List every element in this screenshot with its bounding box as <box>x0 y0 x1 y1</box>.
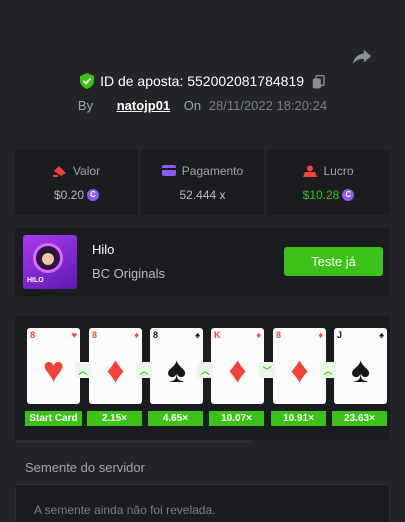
playing-card: 8 ♦ ♦ <box>89 328 142 404</box>
bet-icon <box>52 165 66 177</box>
arrow-up-icon: ︿ <box>320 362 336 378</box>
stat-valor-label: Valor <box>72 163 101 178</box>
diamonds-suit-icon: ♦ <box>228 349 247 390</box>
stat-valor-value: $0.20 <box>53 187 85 202</box>
coin-icon: C <box>342 188 355 201</box>
playing-card: 8 ♠ ♠ <box>150 328 203 404</box>
server-seed-field: A semente ainda não foi revelada. <box>15 484 390 522</box>
multiplier-badge: 10.91× <box>271 411 326 426</box>
stat-pagamento-value: 52.444 x <box>179 187 226 202</box>
username-link[interactable]: natojp01 <box>117 98 170 113</box>
byline: By natojp01 On 28/11/2022 18:20:24 <box>0 98 405 113</box>
on-label: On <box>183 98 202 113</box>
card-suit-small: ♠ <box>195 330 200 340</box>
hearts-suit-icon: ♥ <box>42 349 65 390</box>
card-6: J ♠ ♠ <box>334 328 387 404</box>
diamonds-suit-icon: ♦ <box>290 349 309 390</box>
copy-icon[interactable] <box>312 75 325 89</box>
stat-valor: Valor $0.20 C <box>15 150 138 215</box>
stat-pagamento-label: Pagamento <box>181 163 244 178</box>
multiplier-badge: 2.15× <box>87 411 142 426</box>
card-rank: 8 <box>276 330 282 340</box>
card-2: 8 ♦ ♦ <box>89 328 142 404</box>
card-rank: 8 <box>30 330 36 340</box>
card-3: 8 ♠ ♠ <box>150 328 203 404</box>
card-rank: 8 <box>92 330 98 340</box>
game-info: HILO Hilo BC Originals Teste já <box>15 228 390 296</box>
multiplier-badge: 4.65× <box>148 411 203 426</box>
multiplier-badge: 10.07× <box>209 411 264 426</box>
playing-card: 8 ♦ ♦ <box>273 328 326 404</box>
card-5: 8 ♦ ♦ <box>273 328 326 404</box>
stat-pagamento: Pagamento 52.444 x <box>141 150 264 215</box>
card-suit-small: ♠ <box>379 330 384 340</box>
cards-panel[interactable]: 8 ♥ ♥ Start Card 8 ♦ ♦ 2.15× 8 ♠ ♠ 4.65× K ♦ ♦ 10.07× 8 ♦… <box>15 316 390 440</box>
game-name: Hilo <box>92 242 115 257</box>
card-suit-small: ♥ <box>71 330 77 340</box>
playing-card: J ♠ ♠ <box>334 328 387 404</box>
stat-lucro-label: Lucro <box>323 163 354 178</box>
arrow-up-icon: ︿ <box>75 362 91 378</box>
multiplier-badge: 23.63× <box>332 411 387 426</box>
coin-icon: C <box>87 188 100 201</box>
card-suit-small: ♦ <box>318 330 323 340</box>
arrow-up-icon: ︿ <box>136 362 152 378</box>
spades-suit-icon: ♠ <box>350 349 371 390</box>
horizontal-scrollbar[interactable] <box>15 440 251 443</box>
arrow-down-icon: ﹀ <box>259 362 275 378</box>
card-rank: 8 <box>153 330 159 340</box>
card-1: 8 ♥ ♥ <box>27 328 80 404</box>
card-rank: K <box>214 330 221 340</box>
multiplier-badge: Start Card <box>25 411 82 426</box>
card-suit-small: ♦ <box>134 330 139 340</box>
bet-stats: Valor $0.20 C Pagamento 52.444 x Lucro $… <box>15 150 390 215</box>
bet-id-value: 552002081784819 <box>187 73 305 89</box>
game-provider: BC Originals <box>92 266 165 281</box>
server-seed-message: A semente ainda não foi revelada. <box>34 503 216 517</box>
card-suit-small: ♦ <box>256 330 261 340</box>
by-label: By <box>77 98 94 113</box>
playing-card: K ♦ ♦ <box>211 328 264 404</box>
card-4: K ♦ ♦ <box>211 328 264 404</box>
profit-icon <box>303 165 318 177</box>
diamonds-suit-icon: ♦ <box>106 349 125 390</box>
share-icon[interactable] <box>351 46 373 68</box>
bet-id-label: ID de aposta: <box>100 73 184 89</box>
playing-card: 8 ♥ ♥ <box>27 328 80 404</box>
server-seed-label: Semente do servidor <box>25 460 145 475</box>
stat-lucro-value: $10.28 <box>302 187 340 202</box>
verified-shield-icon <box>80 73 95 89</box>
card-icon <box>161 165 176 176</box>
bet-id-row: ID de aposta: 552002081784819 <box>0 73 405 89</box>
game-thumb-label: HILO <box>27 277 44 284</box>
bet-date: 28/11/2022 18:20:24 <box>208 98 328 113</box>
try-game-button[interactable]: Teste já <box>284 247 383 276</box>
arrow-up-icon: ︿ <box>197 362 213 378</box>
card-rank: J <box>337 330 343 340</box>
stat-lucro: Lucro $10.28 C <box>267 150 390 215</box>
spades-suit-icon: ♠ <box>166 349 187 390</box>
game-thumbnail[interactable]: HILO <box>23 235 77 289</box>
